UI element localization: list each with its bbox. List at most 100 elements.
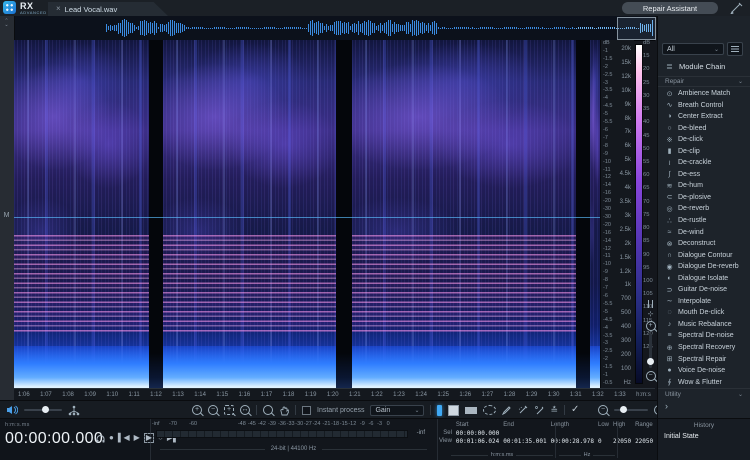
repair-section-header[interactable]: Repair ⌄ (658, 76, 750, 87)
db-tick-label: -11 (603, 254, 611, 260)
magnify-tool-icon[interactable] (263, 405, 273, 415)
module-menu-icon[interactable] (727, 42, 743, 56)
module-item[interactable]: ◌ Mouth De-click (658, 307, 750, 318)
meter-scale-label: -21 (323, 421, 331, 427)
module-item[interactable]: ∼ Interpolate (658, 296, 750, 307)
vertical-zoom-knob[interactable] (647, 358, 654, 365)
utility-section-header[interactable]: Utility ⌄ (658, 388, 750, 399)
magic-wand-tool[interactable] (534, 405, 544, 415)
file-tab[interactable]: × Lead Vocal.wav (48, 2, 168, 16)
play-button[interactable]: ▶ (134, 434, 140, 442)
db-tick-label: -5 (603, 310, 608, 316)
module-item[interactable]: ⊞ Spectral Repair (658, 354, 750, 365)
main-toolbar: + − + ↔ Instant process Gain ⌄ ≛ ✓ (0, 400, 657, 419)
module-item[interactable]: ∫ De-ess (658, 169, 750, 180)
zoom-in-icon[interactable]: + (192, 405, 202, 415)
view-high-value[interactable]: 22050 (611, 437, 633, 445)
zoom-out-icon[interactable]: − (208, 405, 218, 415)
monitor-volume-slider[interactable] (24, 409, 62, 411)
amplitude-db-ruler[interactable]: dB-1-1.5-2-2.5-3-3.5-4-4.5-5-5.5-6-7-8-9… (600, 40, 616, 388)
routing-icon[interactable] (68, 405, 80, 416)
zoom-in-vertical-icon[interactable]: + (646, 321, 656, 331)
module-item[interactable]: ▮ De-clip (658, 146, 750, 157)
apply-check-icon[interactable]: ✓ (571, 405, 579, 415)
time-selection-tool[interactable] (437, 405, 442, 416)
time-tick-label: 1:19 (305, 392, 317, 398)
mini-output-icon[interactable]: ⊹ (648, 311, 654, 318)
frequency-ruler[interactable]: 20k15k12k10k9k8k7k6k5k4.5k4k3.5k3k2.5k2k… (616, 40, 634, 388)
module-item[interactable]: ◉ Dialogue De-reverb (658, 261, 750, 272)
module-chain-item[interactable]: ≣ Module Chain (658, 60, 750, 72)
time-ruler[interactable]: 1:061:071:081:091:101:111:121:131:141:15… (14, 388, 655, 400)
volume-knob[interactable] (42, 406, 49, 413)
brush-selection-tool[interactable] (502, 405, 512, 415)
module-item[interactable]: ⊃ Guitar De-noise (658, 284, 750, 295)
sel-start-value[interactable]: 00:00:00.000 (454, 429, 501, 437)
freq-tick-label: 3.5k (620, 199, 631, 205)
module-item[interactable]: ◎ De-reverb (658, 203, 750, 214)
time-format-selector[interactable]: h:m:s.ms (5, 422, 30, 428)
zoom-fit-icon[interactable]: ↔ (240, 405, 250, 415)
module-item[interactable]: ◑ Center Extract (658, 111, 750, 122)
overview-view-region[interactable] (617, 17, 656, 40)
freq-unit-label[interactable]: Hz (584, 452, 591, 458)
view-end-value[interactable]: 00:01:35.001 (501, 437, 548, 445)
module-item[interactable]: ∩ Dialogue Contour (658, 250, 750, 261)
module-item[interactable]: ≀ De-crackle (658, 157, 750, 168)
expand-icon[interactable]: › (665, 401, 668, 411)
time-frequency-selection-tool[interactable] (448, 405, 459, 416)
process-preset-dropdown[interactable]: Gain ⌄ (370, 405, 424, 416)
zoom-selection-icon[interactable]: + (224, 405, 234, 415)
zoom-out-vertical-icon[interactable]: − (646, 371, 656, 381)
lasso-selection-tool[interactable] (483, 405, 496, 415)
time-unit-label[interactable]: h:m:s.ms (491, 452, 513, 458)
db-tick-label: -9 (603, 152, 608, 158)
horizontal-zoom-slider[interactable] (614, 409, 648, 411)
module-item[interactable]: ◐ Dialogue Isolate (658, 273, 750, 284)
frequency-selection-tool[interactable] (465, 407, 477, 414)
history-entry[interactable]: Initial State (664, 433, 750, 440)
hzoom-knob[interactable] (620, 406, 627, 413)
hand-tool-icon[interactable] (279, 405, 289, 416)
record-button[interactable]: ● (109, 434, 114, 442)
module-item[interactable]: ∿ Breath Control (658, 100, 750, 111)
instant-process-checkbox[interactable] (302, 406, 311, 415)
time-tick-label: h:m:s (636, 392, 651, 398)
module-chain-icon: ≣ (665, 62, 674, 71)
module-item[interactable]: ⊕ Spectral Recovery (658, 342, 750, 353)
module-item[interactable]: ≡ Spectral De-noise (658, 330, 750, 341)
repair-assistant-button[interactable]: Repair Assistant (622, 2, 718, 14)
hzoom-out-icon[interactable]: − (598, 405, 608, 415)
channel-label[interactable]: M (0, 212, 13, 219)
tools-pen-icon[interactable] (730, 2, 744, 14)
spectrogram-waveform-blend-icon[interactable] (646, 300, 655, 308)
view-low-value[interactable]: 0 (596, 437, 611, 445)
selection-list-icon[interactable]: ≛ (550, 406, 558, 415)
go-to-start-button[interactable]: ▌◀ (118, 434, 130, 442)
playhead-time-display[interactable]: 00:00:00.000 (5, 430, 103, 448)
module-filter-dropdown[interactable]: All ⌄ (662, 43, 724, 55)
tab-close-icon[interactable]: × (56, 5, 61, 13)
module-item[interactable]: ∴ De-rustle (658, 215, 750, 226)
module-item[interactable]: ∮ Wow & Flutter (658, 377, 750, 388)
module-item[interactable]: ⊙ Ambience Match (658, 88, 750, 99)
view-start-value[interactable]: 00:01:06.024 (454, 437, 501, 445)
vertical-zoom-slider[interactable] (649, 334, 652, 368)
module-item[interactable]: ● Voice De-noise (658, 365, 750, 376)
module-item[interactable]: ○ De-bleed (658, 123, 750, 134)
waveform-overview-strip[interactable] (14, 16, 655, 41)
view-range-value[interactable]: 22050 (633, 437, 655, 445)
module-item[interactable]: ≋ De-hum (658, 180, 750, 191)
module-item[interactable]: ≈ De-wind (658, 227, 750, 238)
module-item[interactable]: ⊗ Deconstruct (658, 238, 750, 249)
spectrogram-display[interactable] (14, 40, 600, 388)
preview-headphones-icon[interactable] (96, 434, 105, 443)
module-label: De-crackle (678, 159, 711, 166)
module-item[interactable]: ⊂ De-plosive (658, 192, 750, 203)
legend-tick-label: 45 (643, 134, 649, 140)
module-item[interactable]: ♪ Music Rebalance (658, 319, 750, 330)
module-item[interactable]: ※ De-click (658, 134, 750, 145)
monitor-volume-icon[interactable] (6, 405, 18, 415)
overview-collapse-icon[interactable]: ⌃⌄ (2, 19, 11, 27)
wand-selection-tool[interactable] (518, 405, 528, 415)
